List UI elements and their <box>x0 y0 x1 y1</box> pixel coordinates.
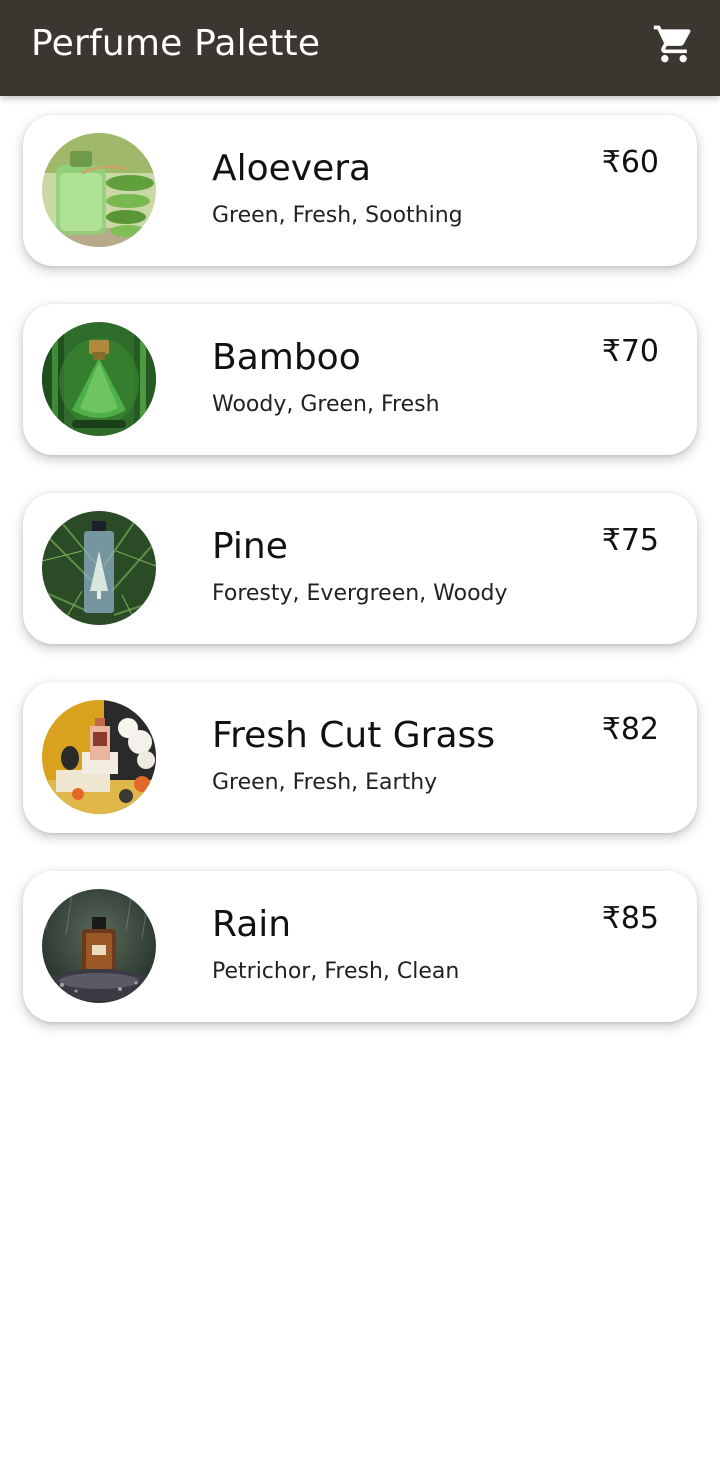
bamboo-perfume-photo <box>42 322 156 436</box>
pine-perfume-photo <box>42 511 156 625</box>
aloevera-perfume-photo <box>42 133 156 247</box>
product-name: Aloevera <box>212 148 372 189</box>
product-card-rain[interactable]: Rain Petrichor, Fresh, Clean ₹85 <box>23 871 697 1022</box>
product-notes: Petrichor, Fresh, Clean <box>212 959 460 984</box>
product-price: ₹75 <box>601 523 659 558</box>
product-name: Pine <box>212 526 288 567</box>
product-price: ₹85 <box>601 901 659 936</box>
product-notes: Green, Fresh, Soothing <box>212 203 463 228</box>
product-card-aloevera[interactable]: Aloevera Green, Fresh, Soothing ₹60 <box>23 115 697 266</box>
product-card-bamboo[interactable]: Bamboo Woody, Green, Fresh ₹70 <box>23 304 697 455</box>
product-notes: Foresty, Evergreen, Woody <box>212 581 508 606</box>
shopping-cart-icon <box>653 25 691 63</box>
product-name: Rain <box>212 904 292 945</box>
cart-button[interactable] <box>648 18 700 70</box>
product-name: Bamboo <box>212 337 361 378</box>
product-price: ₹82 <box>601 712 659 747</box>
fresh-cut-grass-perfume-photo <box>42 700 156 814</box>
product-price: ₹60 <box>601 145 659 180</box>
product-price: ₹70 <box>601 334 659 369</box>
product-notes: Woody, Green, Fresh <box>212 392 440 417</box>
app-title: Perfume Palette <box>31 23 321 64</box>
product-name: Fresh Cut Grass <box>212 715 496 756</box>
product-notes: Green, Fresh, Earthy <box>212 770 438 795</box>
product-card-fresh-cut-grass[interactable]: Fresh Cut Grass Green, Fresh, Earthy ₹82 <box>23 682 697 833</box>
product-card-pine[interactable]: Pine Foresty, Evergreen, Woody ₹75 <box>23 493 697 644</box>
rain-perfume-photo <box>42 889 156 1003</box>
app-bar: Perfume Palette <box>0 0 720 96</box>
